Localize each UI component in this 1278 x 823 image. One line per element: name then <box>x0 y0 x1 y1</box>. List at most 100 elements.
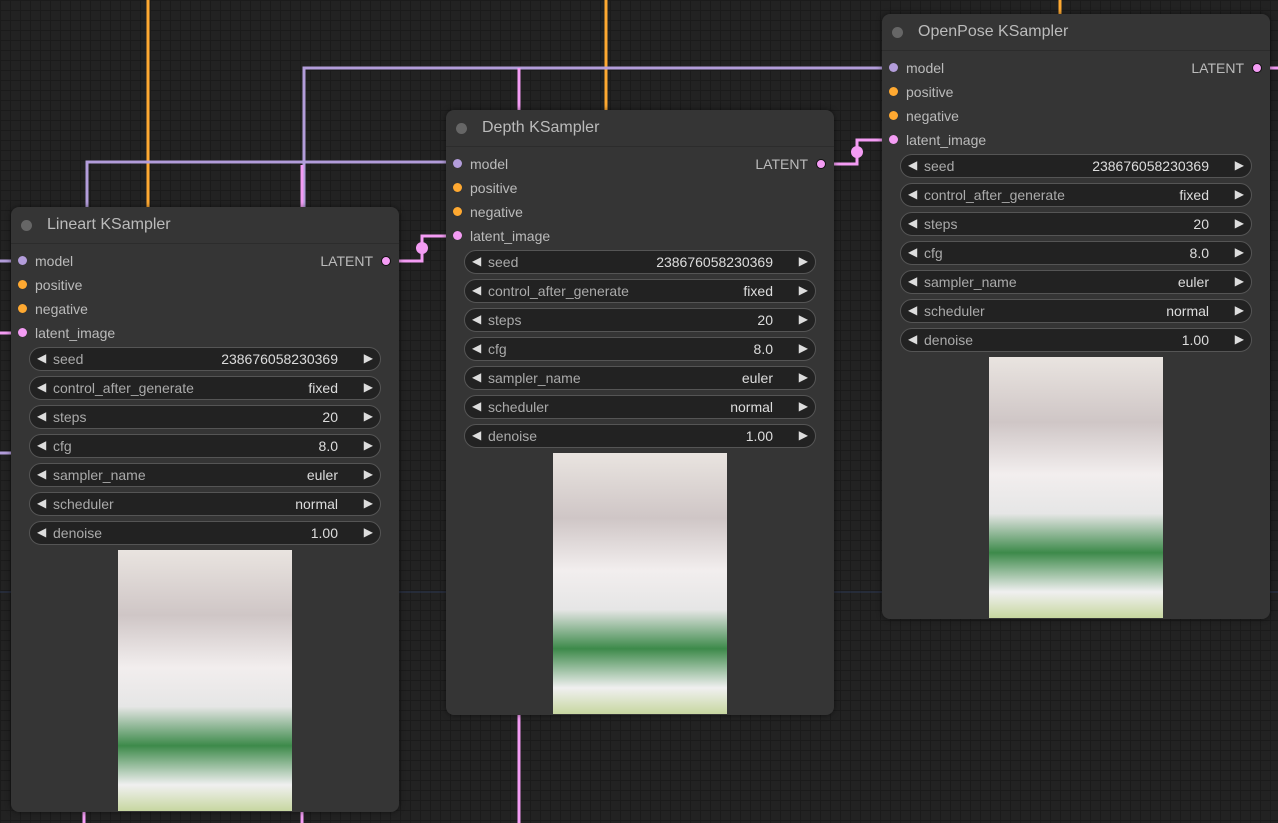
slot-dot-icon[interactable] <box>453 207 462 216</box>
widget-value[interactable]: 238676058230369 <box>221 351 338 367</box>
node-lineart-ksampler[interactable]: Lineart KSampler model LATENT positive negat… <box>11 207 399 812</box>
reroute-dot[interactable] <box>416 242 428 254</box>
decrement-arrow-icon[interactable]: ◀ <box>37 351 46 365</box>
decrement-arrow-icon[interactable]: ◀ <box>908 216 917 230</box>
increment-arrow-icon[interactable]: ▶ <box>1235 332 1244 346</box>
widget-cfg[interactable]: ◀ cfg 8.0 ▶ <box>464 337 816 361</box>
decrement-arrow-icon[interactable]: ◀ <box>472 312 481 326</box>
increment-arrow-icon[interactable]: ▶ <box>799 254 808 268</box>
decrement-arrow-icon[interactable]: ◀ <box>908 158 917 172</box>
decrement-arrow-icon[interactable]: ◀ <box>37 496 46 510</box>
input-slot-negative[interactable]: negative <box>446 200 834 224</box>
increment-arrow-icon[interactable]: ▶ <box>799 312 808 326</box>
input-slot-positive[interactable]: positive <box>446 176 834 200</box>
node-header[interactable]: Lineart KSampler <box>11 207 399 244</box>
node-header[interactable]: Depth KSampler <box>446 110 834 147</box>
widget-value[interactable]: fixed <box>308 380 338 396</box>
output-slot-dot-icon[interactable] <box>381 256 391 266</box>
decrement-arrow-icon[interactable]: ◀ <box>908 332 917 346</box>
collapse-dot-icon[interactable] <box>892 27 903 38</box>
node-header[interactable]: OpenPose KSampler <box>882 14 1270 51</box>
increment-arrow-icon[interactable]: ▶ <box>1235 216 1244 230</box>
increment-arrow-icon[interactable]: ▶ <box>364 409 373 423</box>
widget-control_after_generate[interactable]: ◀ control_after_generate fixed ▶ <box>900 183 1252 207</box>
widget-scheduler[interactable]: ◀ scheduler normal ▶ <box>29 492 381 516</box>
slot-dot-icon[interactable] <box>453 231 462 240</box>
slot-dot-icon[interactable] <box>18 256 27 265</box>
decrement-arrow-icon[interactable]: ◀ <box>472 428 481 442</box>
widget-denoise[interactable]: ◀ denoise 1.00 ▶ <box>29 521 381 545</box>
widget-cfg[interactable]: ◀ cfg 8.0 ▶ <box>29 434 381 458</box>
widget-cfg[interactable]: ◀ cfg 8.0 ▶ <box>900 241 1252 265</box>
increment-arrow-icon[interactable]: ▶ <box>364 525 373 539</box>
slot-dot-icon[interactable] <box>453 159 462 168</box>
output-slot-dot-icon[interactable] <box>816 159 826 169</box>
input-slot-model[interactable]: model LATENT <box>882 56 1270 80</box>
decrement-arrow-icon[interactable]: ◀ <box>472 283 481 297</box>
widget-value[interactable]: 20 <box>757 312 773 328</box>
decrement-arrow-icon[interactable]: ◀ <box>472 399 481 413</box>
increment-arrow-icon[interactable]: ▶ <box>364 496 373 510</box>
increment-arrow-icon[interactable]: ▶ <box>799 370 808 384</box>
collapse-dot-icon[interactable] <box>456 123 467 134</box>
increment-arrow-icon[interactable]: ▶ <box>799 283 808 297</box>
collapse-dot-icon[interactable] <box>21 220 32 231</box>
widget-sampler_name[interactable]: ◀ sampler_name euler ▶ <box>900 270 1252 294</box>
widget-value[interactable]: fixed <box>743 283 773 299</box>
widget-seed[interactable]: ◀ seed 238676058230369 ▶ <box>900 154 1252 178</box>
widget-value[interactable]: 1.00 <box>311 525 338 541</box>
widget-seed[interactable]: ◀ seed 238676058230369 ▶ <box>464 250 816 274</box>
widget-value[interactable]: normal <box>295 496 338 512</box>
input-slot-latent_image[interactable]: latent_image <box>11 321 399 345</box>
decrement-arrow-icon[interactable]: ◀ <box>908 187 917 201</box>
decrement-arrow-icon[interactable]: ◀ <box>37 380 46 394</box>
widget-control_after_generate[interactable]: ◀ control_after_generate fixed ▶ <box>29 376 381 400</box>
widget-scheduler[interactable]: ◀ scheduler normal ▶ <box>464 395 816 419</box>
widget-value[interactable]: 238676058230369 <box>656 254 773 270</box>
output-slot-dot-icon[interactable] <box>1252 63 1262 73</box>
increment-arrow-icon[interactable]: ▶ <box>799 428 808 442</box>
widget-sampler_name[interactable]: ◀ sampler_name euler ▶ <box>29 463 381 487</box>
decrement-arrow-icon[interactable]: ◀ <box>37 438 46 452</box>
input-slot-latent_image[interactable]: latent_image <box>446 224 834 248</box>
widget-value[interactable]: 238676058230369 <box>1092 158 1209 174</box>
widget-value[interactable]: 20 <box>322 409 338 425</box>
widget-value[interactable]: euler <box>1178 274 1209 290</box>
increment-arrow-icon[interactable]: ▶ <box>364 380 373 394</box>
node-openpose-ksampler[interactable]: OpenPose KSampler model LATENT positive nega… <box>882 14 1270 619</box>
decrement-arrow-icon[interactable]: ◀ <box>37 467 46 481</box>
decrement-arrow-icon[interactable]: ◀ <box>472 254 481 268</box>
increment-arrow-icon[interactable]: ▶ <box>1235 245 1244 259</box>
widget-steps[interactable]: ◀ steps 20 ▶ <box>900 212 1252 236</box>
slot-dot-icon[interactable] <box>889 111 898 120</box>
input-slot-positive[interactable]: positive <box>882 80 1270 104</box>
reroute-dot[interactable] <box>851 146 863 158</box>
decrement-arrow-icon[interactable]: ◀ <box>37 409 46 423</box>
slot-dot-icon[interactable] <box>18 328 27 337</box>
slot-dot-icon[interactable] <box>889 135 898 144</box>
increment-arrow-icon[interactable]: ▶ <box>799 399 808 413</box>
widget-denoise[interactable]: ◀ denoise 1.00 ▶ <box>900 328 1252 352</box>
widget-steps[interactable]: ◀ steps 20 ▶ <box>464 308 816 332</box>
widget-value[interactable]: 1.00 <box>746 428 773 444</box>
increment-arrow-icon[interactable]: ▶ <box>364 438 373 452</box>
input-slot-model[interactable]: model LATENT <box>11 249 399 273</box>
decrement-arrow-icon[interactable]: ◀ <box>908 245 917 259</box>
widget-steps[interactable]: ◀ steps 20 ▶ <box>29 405 381 429</box>
slot-dot-icon[interactable] <box>18 304 27 313</box>
widget-value[interactable]: 20 <box>1193 216 1209 232</box>
widget-value[interactable]: euler <box>307 467 338 483</box>
decrement-arrow-icon[interactable]: ◀ <box>472 370 481 384</box>
decrement-arrow-icon[interactable]: ◀ <box>472 341 481 355</box>
slot-dot-icon[interactable] <box>889 87 898 96</box>
widget-value[interactable]: normal <box>730 399 773 415</box>
widget-control_after_generate[interactable]: ◀ control_after_generate fixed ▶ <box>464 279 816 303</box>
increment-arrow-icon[interactable]: ▶ <box>1235 303 1244 317</box>
increment-arrow-icon[interactable]: ▶ <box>1235 158 1244 172</box>
decrement-arrow-icon[interactable]: ◀ <box>37 525 46 539</box>
slot-dot-icon[interactable] <box>18 280 27 289</box>
decrement-arrow-icon[interactable]: ◀ <box>908 274 917 288</box>
widget-value[interactable]: euler <box>742 370 773 386</box>
widget-sampler_name[interactable]: ◀ sampler_name euler ▶ <box>464 366 816 390</box>
slot-dot-icon[interactable] <box>453 183 462 192</box>
